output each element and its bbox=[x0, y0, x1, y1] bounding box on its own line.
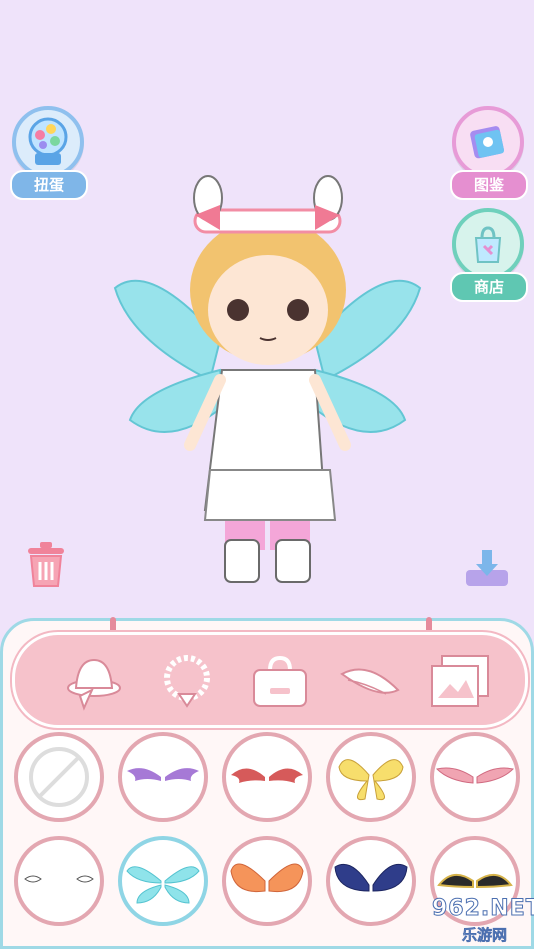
category-necklace[interactable] bbox=[155, 650, 219, 714]
gacha-label: 扭蛋 bbox=[10, 170, 88, 200]
hat-icon bbox=[67, 658, 121, 711]
item-white-small-wings[interactable] bbox=[14, 836, 104, 926]
category-wings[interactable] bbox=[338, 650, 402, 714]
item-purple-bat-wings[interactable] bbox=[118, 732, 208, 822]
watermark-sub: 乐游网 bbox=[462, 926, 508, 945]
purple-bat-wings-icon bbox=[127, 768, 199, 781]
item-none[interactable] bbox=[14, 732, 104, 822]
watermark: 962.NET 乐游网 bbox=[398, 894, 534, 949]
category-bag[interactable] bbox=[248, 650, 312, 714]
red-bat-wings-icon bbox=[231, 768, 303, 783]
item-yellow-butterfly-wings[interactable] bbox=[326, 732, 416, 822]
collection-button[interactable]: 图鉴 bbox=[450, 106, 528, 200]
download-icon bbox=[466, 550, 508, 586]
shop-label: 商店 bbox=[450, 272, 528, 302]
gacha-button[interactable]: 扭蛋 bbox=[10, 106, 88, 200]
trash-icon bbox=[28, 542, 64, 587]
save-button[interactable] bbox=[464, 548, 510, 588]
item-red-bat-wings[interactable] bbox=[222, 732, 312, 822]
necklace-icon bbox=[164, 655, 210, 708]
cyan-fairy-wings-icon bbox=[126, 866, 200, 904]
dressup-character bbox=[113, 175, 422, 583]
collection-label: 图鉴 bbox=[450, 170, 528, 200]
white-small-wings-icon bbox=[24, 875, 94, 883]
none-icon bbox=[29, 747, 89, 807]
watermark-brand: 962.NET bbox=[432, 896, 534, 922]
orange-fairy-wings-icon bbox=[230, 863, 304, 893]
trash-button[interactable] bbox=[24, 540, 68, 590]
shop-button[interactable]: 商店 bbox=[450, 208, 528, 302]
photo-album-icon bbox=[452, 106, 524, 178]
pink-feather-wings-icon bbox=[436, 767, 514, 784]
shopping-bag-icon bbox=[452, 208, 524, 280]
item-cyan-fairy-wings[interactable] bbox=[118, 836, 208, 926]
gacha-machine-icon bbox=[12, 106, 84, 178]
background-icon bbox=[431, 655, 489, 707]
item-orange-fairy-wings[interactable] bbox=[222, 836, 312, 926]
wings-icon bbox=[340, 668, 400, 695]
category-background[interactable] bbox=[428, 650, 492, 714]
category-hat[interactable] bbox=[62, 650, 126, 714]
item-pink-feather-wings[interactable] bbox=[430, 732, 520, 822]
yellow-butterfly-wings-icon bbox=[338, 759, 404, 801]
bag-icon bbox=[253, 655, 307, 707]
